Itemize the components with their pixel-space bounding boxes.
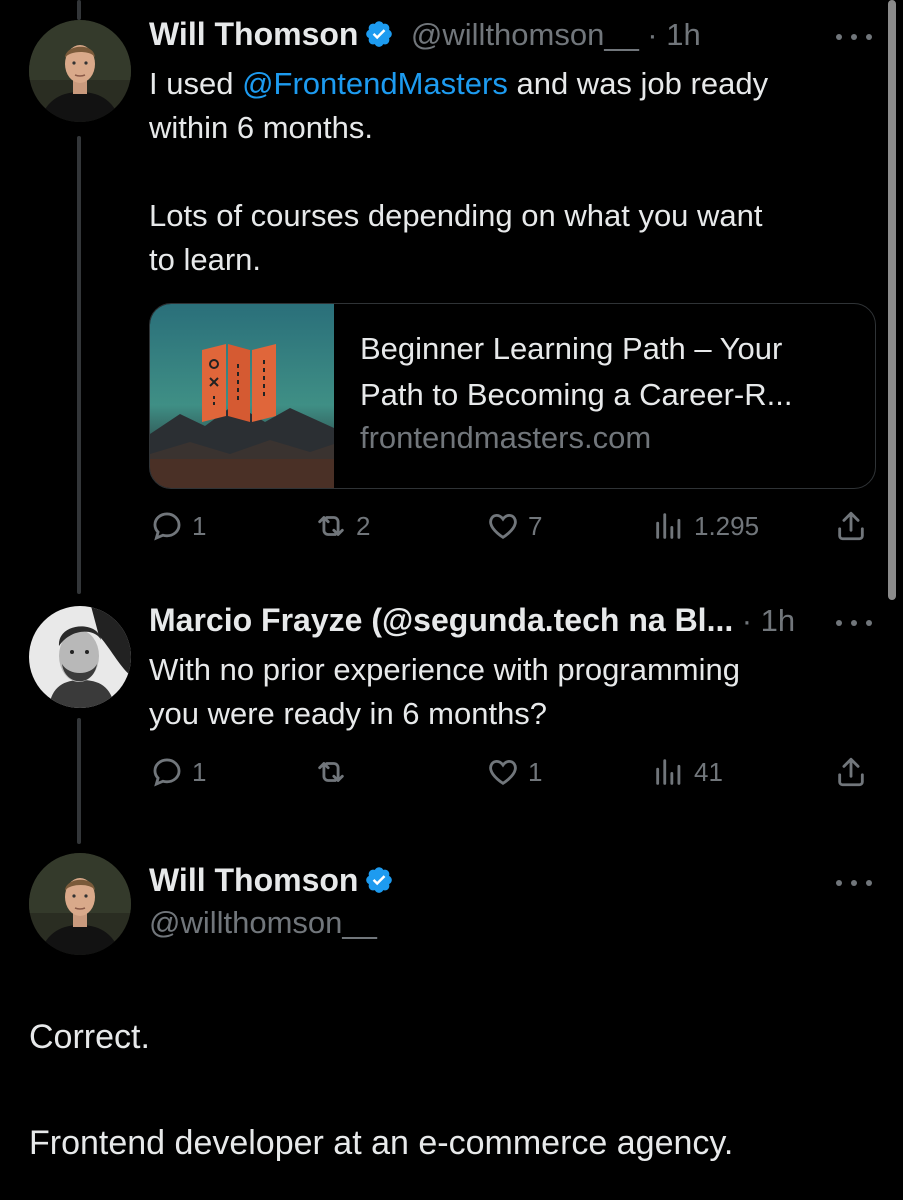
avatar-marcio-frayze[interactable] (29, 606, 131, 708)
avatar-will-thomson[interactable] (29, 853, 131, 955)
card-domain: frontendmasters.com (360, 420, 652, 455)
text-line: within 6 months. (149, 110, 373, 145)
tweet-3-text-line-2: Frontend developer at an e-commerce agen… (29, 1124, 734, 1162)
more-icon[interactable] (836, 878, 872, 888)
card-thumbnail-image (150, 304, 334, 488)
repost-icon (318, 762, 344, 782)
reply-button[interactable]: 1 (150, 509, 206, 543)
share-icon (838, 511, 864, 541)
text-segment: I used (149, 66, 243, 101)
repost-button[interactable] (314, 755, 356, 789)
like-count: 1 (528, 756, 543, 787)
reply-button[interactable]: 1 (150, 755, 206, 789)
verified-badge-icon (366, 21, 393, 47)
more-icon[interactable] (836, 32, 872, 42)
tweet-3-header: Will Thomson @willthomson__ (149, 862, 394, 941)
link-preview-card[interactable]: Beginner Learning Path – Your Path to Be… (149, 303, 876, 489)
reply-count: 1 (192, 510, 207, 541)
text-line: With no prior experience with programmin… (149, 652, 740, 687)
text-line: to learn. (149, 242, 262, 277)
tweet-2-header: Marcio Frayze (@segunda.tech na Bl... · … (149, 602, 795, 639)
more-icon[interactable] (836, 618, 872, 628)
reply-count: 1 (192, 756, 207, 787)
text-line: Lots of courses depending on what you wa… (149, 198, 763, 233)
tweet-3-text-line-1: Correct. (29, 1018, 150, 1056)
thread-line-1 (77, 136, 81, 594)
mention-link[interactable]: @FrontendMasters (242, 66, 508, 101)
repost-icon (318, 516, 344, 536)
views-icon (656, 513, 681, 539)
tweet-time[interactable]: · 1h (742, 603, 795, 638)
views-icon (656, 759, 681, 785)
reply-icon (153, 758, 181, 787)
card-title-line: Path to Becoming a Career-R... (360, 377, 793, 412)
reply-icon (153, 512, 181, 541)
views-count: 41 (694, 756, 723, 787)
card-title-line: Beginner Learning Path – Your (360, 331, 783, 366)
tweet-1-text: I used @FrontendMasters and was job read… (149, 62, 869, 282)
tweet-1-header: Will Thomson @willthomson__ · 1h (149, 16, 701, 53)
author-name[interactable]: Will Thomson (149, 16, 358, 52)
author-name[interactable]: Will Thomson (149, 862, 358, 898)
views-button[interactable]: 41 (652, 755, 723, 789)
like-count: 7 (528, 510, 543, 541)
tweet-2-text: With no prior experience with programmin… (149, 648, 869, 736)
like-button[interactable]: 1 (486, 755, 542, 789)
share-icon (838, 757, 864, 787)
scrollbar[interactable] (888, 0, 896, 600)
views-button[interactable]: 1.295 (652, 509, 759, 543)
card-title[interactable]: Beginner Learning Path – Your Path to Be… (360, 326, 860, 418)
like-icon (489, 759, 517, 785)
share-button[interactable] (834, 755, 868, 789)
tweet-time[interactable]: · 1h (647, 17, 700, 52)
thread-line-top (77, 0, 81, 20)
text-line: you were ready in 6 months? (149, 696, 548, 731)
author-handle[interactable]: @willthomson__ (411, 17, 639, 52)
author-handle[interactable]: @willthomson__ (149, 905, 394, 941)
verified-badge-icon (366, 867, 393, 893)
like-button[interactable]: 7 (486, 509, 542, 543)
views-count: 1.295 (694, 510, 760, 541)
like-icon (489, 513, 517, 539)
avatar-will-thomson[interactable] (29, 20, 131, 122)
thread-line-2 (77, 718, 81, 844)
text-segment: and was job ready (507, 66, 769, 101)
author-name[interactable]: Marcio Frayze (@segunda.tech na Bl... (149, 602, 733, 638)
share-button[interactable] (834, 509, 868, 543)
repost-button[interactable]: 2 (314, 509, 370, 543)
repost-count: 2 (356, 510, 371, 541)
